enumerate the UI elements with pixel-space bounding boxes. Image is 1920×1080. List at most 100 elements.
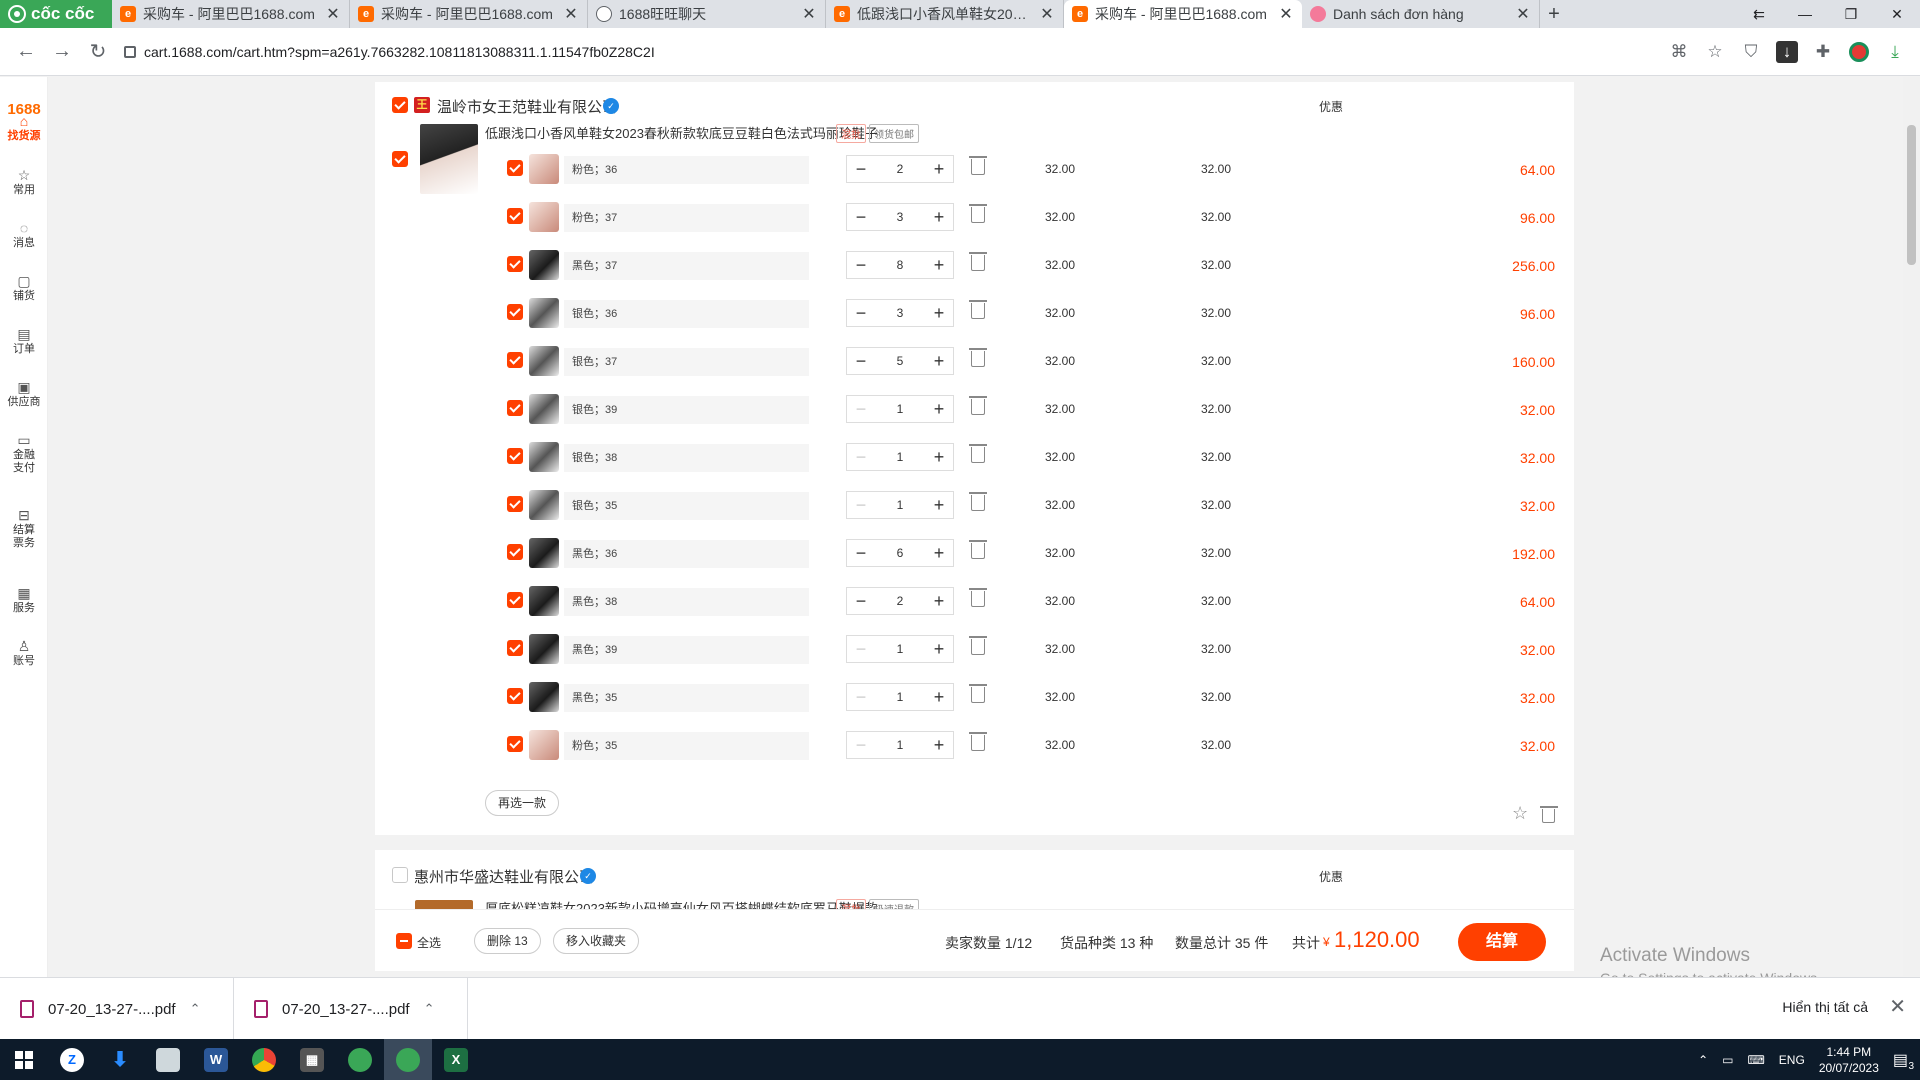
- browser-tab[interactable]: Danh sách đơn hàng ✕: [1302, 0, 1540, 28]
- tray-chevron-up-icon[interactable]: ⌃: [1698, 1053, 1708, 1067]
- increase-button[interactable]: +: [925, 300, 953, 326]
- decrease-button[interactable]: −: [847, 588, 875, 614]
- browser-tab[interactable]: e 采购车 - 阿里巴巴1688.com ✕: [1064, 0, 1302, 28]
- decrease-button[interactable]: −: [847, 636, 875, 662]
- taskbar-zalo-icon[interactable]: Z: [48, 1039, 96, 1080]
- sku-checkbox[interactable]: [507, 304, 523, 320]
- tab-close-icon[interactable]: ✕: [801, 4, 817, 24]
- product-title[interactable]: 低跟浅口小香风单鞋女2023春秋新款软底豆豆鞋白色法式玛丽珍鞋子: [485, 123, 878, 142]
- quantity-input[interactable]: 1: [875, 684, 925, 710]
- select-all-checkbox[interactable]: [396, 933, 412, 949]
- delete-selected-button[interactable]: 删除 13: [474, 928, 541, 954]
- quantity-input[interactable]: 1: [875, 396, 925, 422]
- chevron-up-icon[interactable]: ⌃: [190, 1001, 201, 1017]
- scrollbar-thumb[interactable]: [1907, 125, 1916, 265]
- increase-button[interactable]: +: [925, 732, 953, 758]
- extensions-icon[interactable]: ✚: [1812, 41, 1834, 63]
- sidebar-item-0[interactable]: ⌂ 找货源: [0, 114, 48, 143]
- trash-icon[interactable]: [969, 636, 987, 655]
- increase-button[interactable]: +: [925, 540, 953, 566]
- quantity-input[interactable]: 1: [875, 732, 925, 758]
- sku-checkbox[interactable]: [507, 256, 523, 272]
- shop-delete-icon[interactable]: [1540, 806, 1558, 823]
- taskbar-chrome-icon[interactable]: [240, 1039, 288, 1080]
- shop2-checkbox[interactable]: [392, 867, 408, 883]
- promo-link[interactable]: 优惠: [1319, 98, 1343, 115]
- chevron-up-icon[interactable]: ⌃: [424, 1001, 435, 1017]
- decrease-button[interactable]: −: [847, 156, 875, 182]
- sku-thumbnail[interactable]: [529, 298, 559, 328]
- wangwang-chat-icon[interactable]: ✓: [580, 868, 596, 884]
- system-clock[interactable]: 1:44 PM 20/07/2023: [1819, 1044, 1879, 1076]
- quantity-input[interactable]: 1: [875, 492, 925, 518]
- decrease-button[interactable]: −: [847, 204, 875, 230]
- decrease-button[interactable]: −: [847, 444, 875, 470]
- shop2-promo-link[interactable]: 优惠: [1319, 868, 1343, 885]
- decrease-button[interactable]: −: [847, 732, 875, 758]
- increase-button[interactable]: +: [925, 636, 953, 662]
- sidebar-item-2[interactable]: ◌ 消息: [0, 221, 48, 250]
- network-icon[interactable]: ▭: [1722, 1053, 1733, 1067]
- sku-thumbnail[interactable]: [529, 394, 559, 424]
- sku-thumbnail[interactable]: [529, 490, 559, 520]
- increase-button[interactable]: +: [925, 444, 953, 470]
- tab-search-icon[interactable]: ⇇: [1736, 0, 1782, 28]
- sku-thumbnail[interactable]: [529, 202, 559, 232]
- downloads-icon[interactable]: ⤓: [1884, 41, 1906, 63]
- sku-thumbnail[interactable]: [529, 250, 559, 280]
- sku-checkbox[interactable]: [507, 400, 523, 416]
- close-window-button[interactable]: ✕: [1874, 0, 1920, 28]
- show-all-downloads-link[interactable]: Hiển thị tất cả: [1782, 999, 1868, 1015]
- sku-thumbnail[interactable]: [529, 682, 559, 712]
- checkout-button[interactable]: 结算: [1458, 923, 1546, 961]
- browser-tab[interactable]: 1688旺旺聊天 ✕: [588, 0, 826, 28]
- quantity-input[interactable]: 5: [875, 348, 925, 374]
- url-field[interactable]: cart.1688.com/cart.htm?spm=a261y.7663282…: [124, 35, 1624, 69]
- decrease-button[interactable]: −: [847, 252, 875, 278]
- sku-checkbox[interactable]: [507, 208, 523, 224]
- sidebar-item-4[interactable]: ▤ 订单: [0, 327, 48, 356]
- trash-icon[interactable]: [969, 732, 987, 751]
- decrease-button[interactable]: −: [847, 540, 875, 566]
- close-downloads-icon[interactable]: ✕: [1889, 994, 1906, 1019]
- taskbar-excel-icon[interactable]: X: [432, 1039, 480, 1080]
- sku-thumbnail[interactable]: [529, 730, 559, 760]
- increase-button[interactable]: +: [925, 492, 953, 518]
- sku-thumbnail[interactable]: [529, 154, 559, 184]
- trash-icon[interactable]: [969, 348, 987, 367]
- tab-close-icon[interactable]: ✕: [1515, 4, 1531, 24]
- sku-checkbox[interactable]: [507, 736, 523, 752]
- quantity-input[interactable]: 1: [875, 636, 925, 662]
- sku-checkbox[interactable]: [507, 640, 523, 656]
- decrease-button[interactable]: −: [847, 492, 875, 518]
- sku-checkbox[interactable]: [507, 352, 523, 368]
- trash-icon[interactable]: [969, 540, 987, 559]
- download-item[interactable]: 07-20_13-27-....pdf ⌃: [234, 978, 468, 1040]
- tab-close-icon[interactable]: ✕: [1278, 4, 1294, 24]
- sidebar-item-3[interactable]: ▢ 铺货: [0, 274, 48, 303]
- sku-thumbnail[interactable]: [529, 442, 559, 472]
- browser-tab[interactable]: e 采购车 - 阿里巴巴1688.com ✕: [112, 0, 350, 28]
- keyboard-icon[interactable]: ⌨: [1747, 1053, 1764, 1067]
- increase-button[interactable]: +: [925, 204, 953, 230]
- sku-checkbox[interactable]: [507, 496, 523, 512]
- sku-checkbox[interactable]: [507, 688, 523, 704]
- increase-button[interactable]: +: [925, 684, 953, 710]
- increase-button[interactable]: +: [925, 156, 953, 182]
- taskbar-coccoc-icon[interactable]: [336, 1039, 384, 1080]
- minimize-button[interactable]: —: [1782, 0, 1828, 28]
- profile-avatar[interactable]: [1848, 41, 1870, 63]
- wangwang-chat-icon[interactable]: ✓: [603, 98, 619, 114]
- download-item[interactable]: 07-20_13-27-....pdf ⌃: [0, 978, 234, 1040]
- sku-thumbnail[interactable]: [529, 346, 559, 376]
- translate-icon[interactable]: ⌘: [1668, 41, 1690, 63]
- sidebar-item-9[interactable]: ♙ 账号: [0, 639, 48, 668]
- decrease-button[interactable]: −: [847, 348, 875, 374]
- language-indicator[interactable]: ENG: [1779, 1053, 1805, 1067]
- browser-brand[interactable]: cốc cốc: [0, 0, 112, 28]
- shield-icon[interactable]: ⛉: [1740, 41, 1762, 63]
- move-to-favorites-button[interactable]: 移入收藏夹: [553, 928, 640, 954]
- decrease-button[interactable]: −: [847, 396, 875, 422]
- trash-icon[interactable]: [969, 444, 987, 463]
- tab-close-icon[interactable]: ✕: [1039, 4, 1055, 24]
